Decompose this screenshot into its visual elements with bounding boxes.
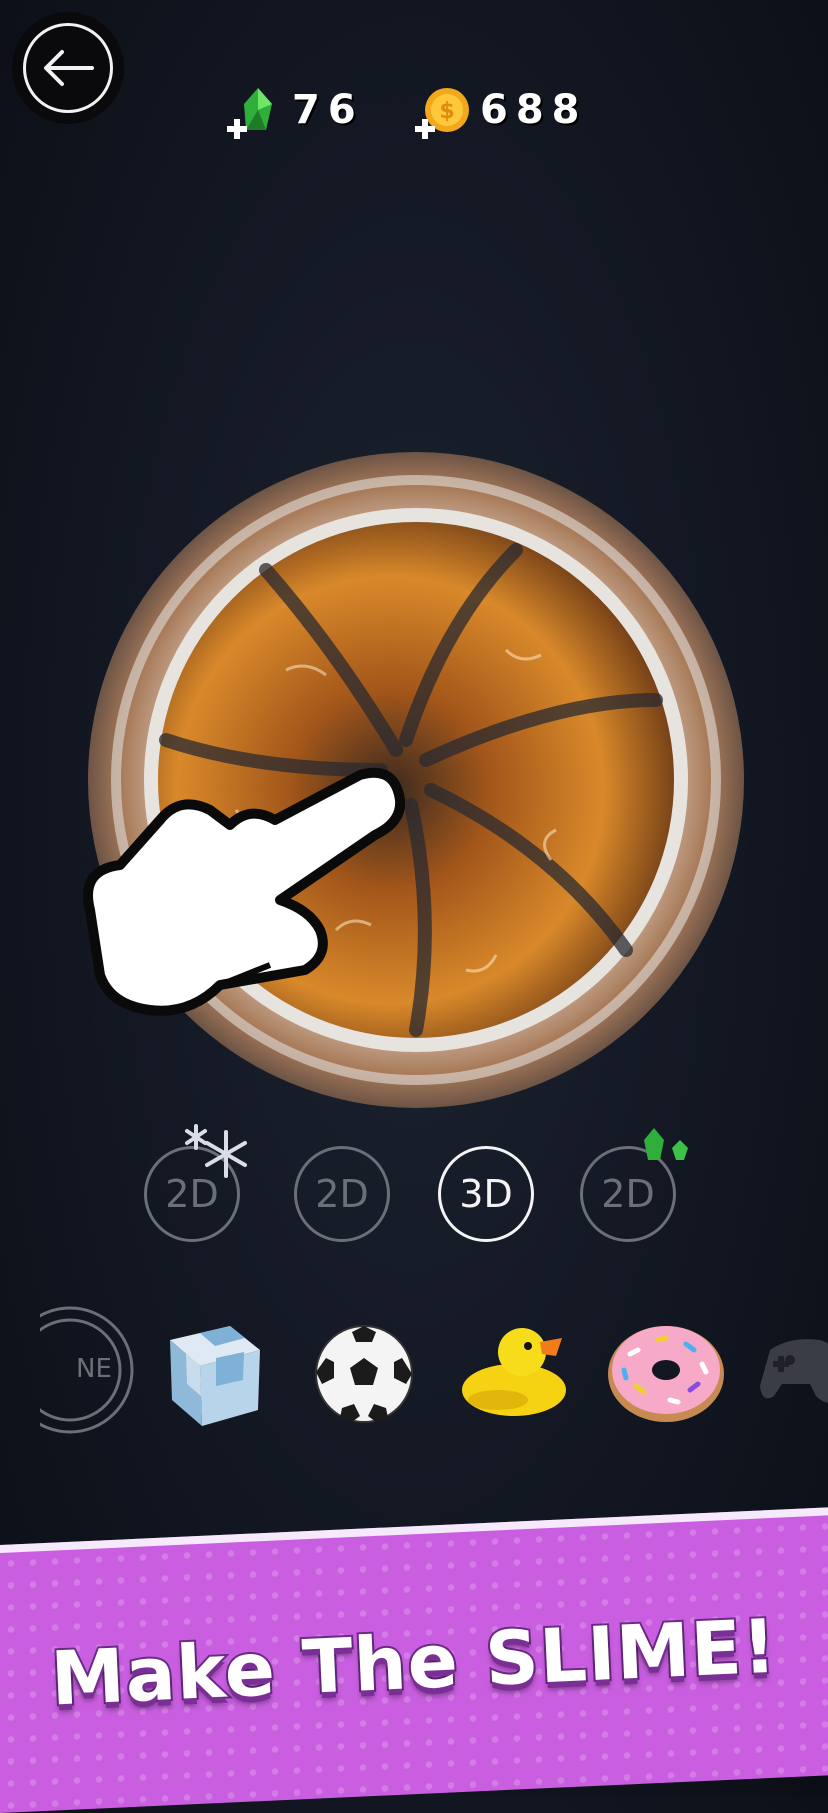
- mode-label: 2D: [315, 1172, 369, 1216]
- gold-coin-icon: $: [415, 84, 472, 139]
- gems-counter[interactable]: 76: [227, 80, 364, 140]
- rubber-duck-item[interactable]: [458, 1320, 570, 1420]
- coins-value: 688: [480, 87, 588, 133]
- arrow-left-icon: [44, 50, 94, 86]
- snowflake-icon: [185, 1124, 247, 1178]
- plus-icon: [227, 119, 247, 139]
- plus-icon: [415, 119, 435, 139]
- mode-selector: 2D 2D 3D 2D: [0, 1124, 828, 1250]
- mode-3d-button[interactable]: 3D: [438, 1146, 534, 1242]
- back-button-ring: [23, 23, 113, 113]
- green-gem-icon: [227, 84, 284, 139]
- donut-item[interactable]: [606, 1320, 726, 1424]
- mode-2d-button[interactable]: 2D: [294, 1146, 390, 1242]
- coins-counter[interactable]: $ 688: [415, 80, 588, 140]
- back-button[interactable]: [12, 12, 124, 124]
- none-label: NE: [76, 1354, 112, 1384]
- svg-text:$: $: [439, 99, 454, 124]
- cube-item[interactable]: [150, 1318, 268, 1430]
- gems-value: 76: [292, 87, 364, 133]
- gamepad-item[interactable]: [760, 1326, 828, 1416]
- mode-label: 3D: [459, 1172, 513, 1216]
- soccer-ball-item[interactable]: [312, 1322, 416, 1426]
- mode-label: 2D: [601, 1172, 655, 1216]
- items-carousel: NE: [0, 1300, 828, 1440]
- none-item[interactable]: NE: [40, 1300, 136, 1440]
- pointing-hand-icon: [83, 767, 406, 1016]
- green-gem-icon: [644, 1128, 688, 1160]
